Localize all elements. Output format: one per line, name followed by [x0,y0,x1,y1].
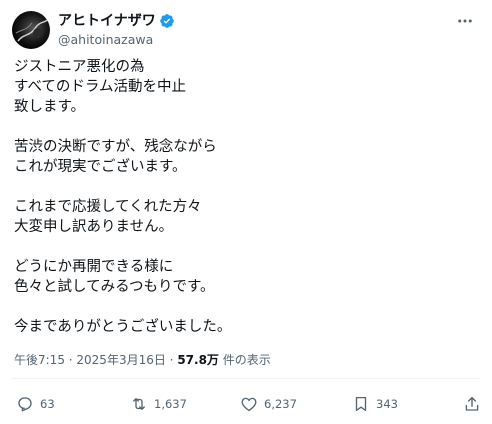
views-count[interactable]: 57.8万 [177,353,219,367]
more-icon[interactable] [454,12,476,30]
post-line: 苦渋の決断ですが、残念ながら [14,139,217,155]
reply-icon [18,397,32,412]
bookmark-icon [355,396,367,412]
post-meta: 午後7:15 · 2025年3月16日 · 57.8万 件の表示 [14,351,271,369]
post-text: ジストニア悪化の為 すべてのドラム活動を中止 致します。 苦渋の決断ですが、残念… [14,57,474,337]
post-date[interactable]: 2025年3月16日 [76,353,165,367]
divider [12,378,480,379]
post-line: これが現実でございます。 [14,159,187,175]
post-header: アヒトイナザワ @ahitoinazawa [12,10,480,50]
views-label: 件の表示 [218,353,271,367]
share-button[interactable] [463,393,481,415]
post-line: これまで応援してくれた方々 [14,199,202,215]
meta-separator: · [64,353,77,367]
post-line: 色々と試してみるつもりです。 [14,279,215,295]
action-bar: 63 1,637 6,237 343 [16,393,484,415]
post-time[interactable]: 午後7:15 [14,353,65,367]
author-names: アヒトイナザワ @ahitoinazawa [58,12,175,49]
post-line: 今までありがとうございました。 [14,319,232,335]
bookmark-button[interactable]: 343 [352,393,398,415]
share-icon [465,396,479,411]
like-icon [241,397,257,412]
post-line: ジストニア悪化の為 [14,59,145,75]
handle[interactable]: @ahitoinazawa [58,31,175,49]
bookmark-count: 343 [376,397,398,411]
post-line: 大変申し訳ありません。 [14,219,174,235]
post-line: すべてのドラム活動を中止 [14,79,186,95]
like-count: 6,237 [264,397,297,411]
post-line: どうにか再開できる様に [14,259,174,275]
display-name[interactable]: アヒトイナザワ [58,12,156,30]
repost-count: 1,637 [154,397,187,411]
meta-separator: · [165,353,178,367]
verified-badge-icon[interactable] [159,13,175,29]
repost-icon [133,398,145,410]
reply-count: 63 [40,397,55,411]
like-button[interactable]: 6,237 [240,393,297,415]
reply-button[interactable]: 63 [16,393,55,415]
repost-button[interactable]: 1,637 [130,393,187,415]
avatar[interactable] [12,11,50,49]
post-line: 致します。 [14,99,86,115]
